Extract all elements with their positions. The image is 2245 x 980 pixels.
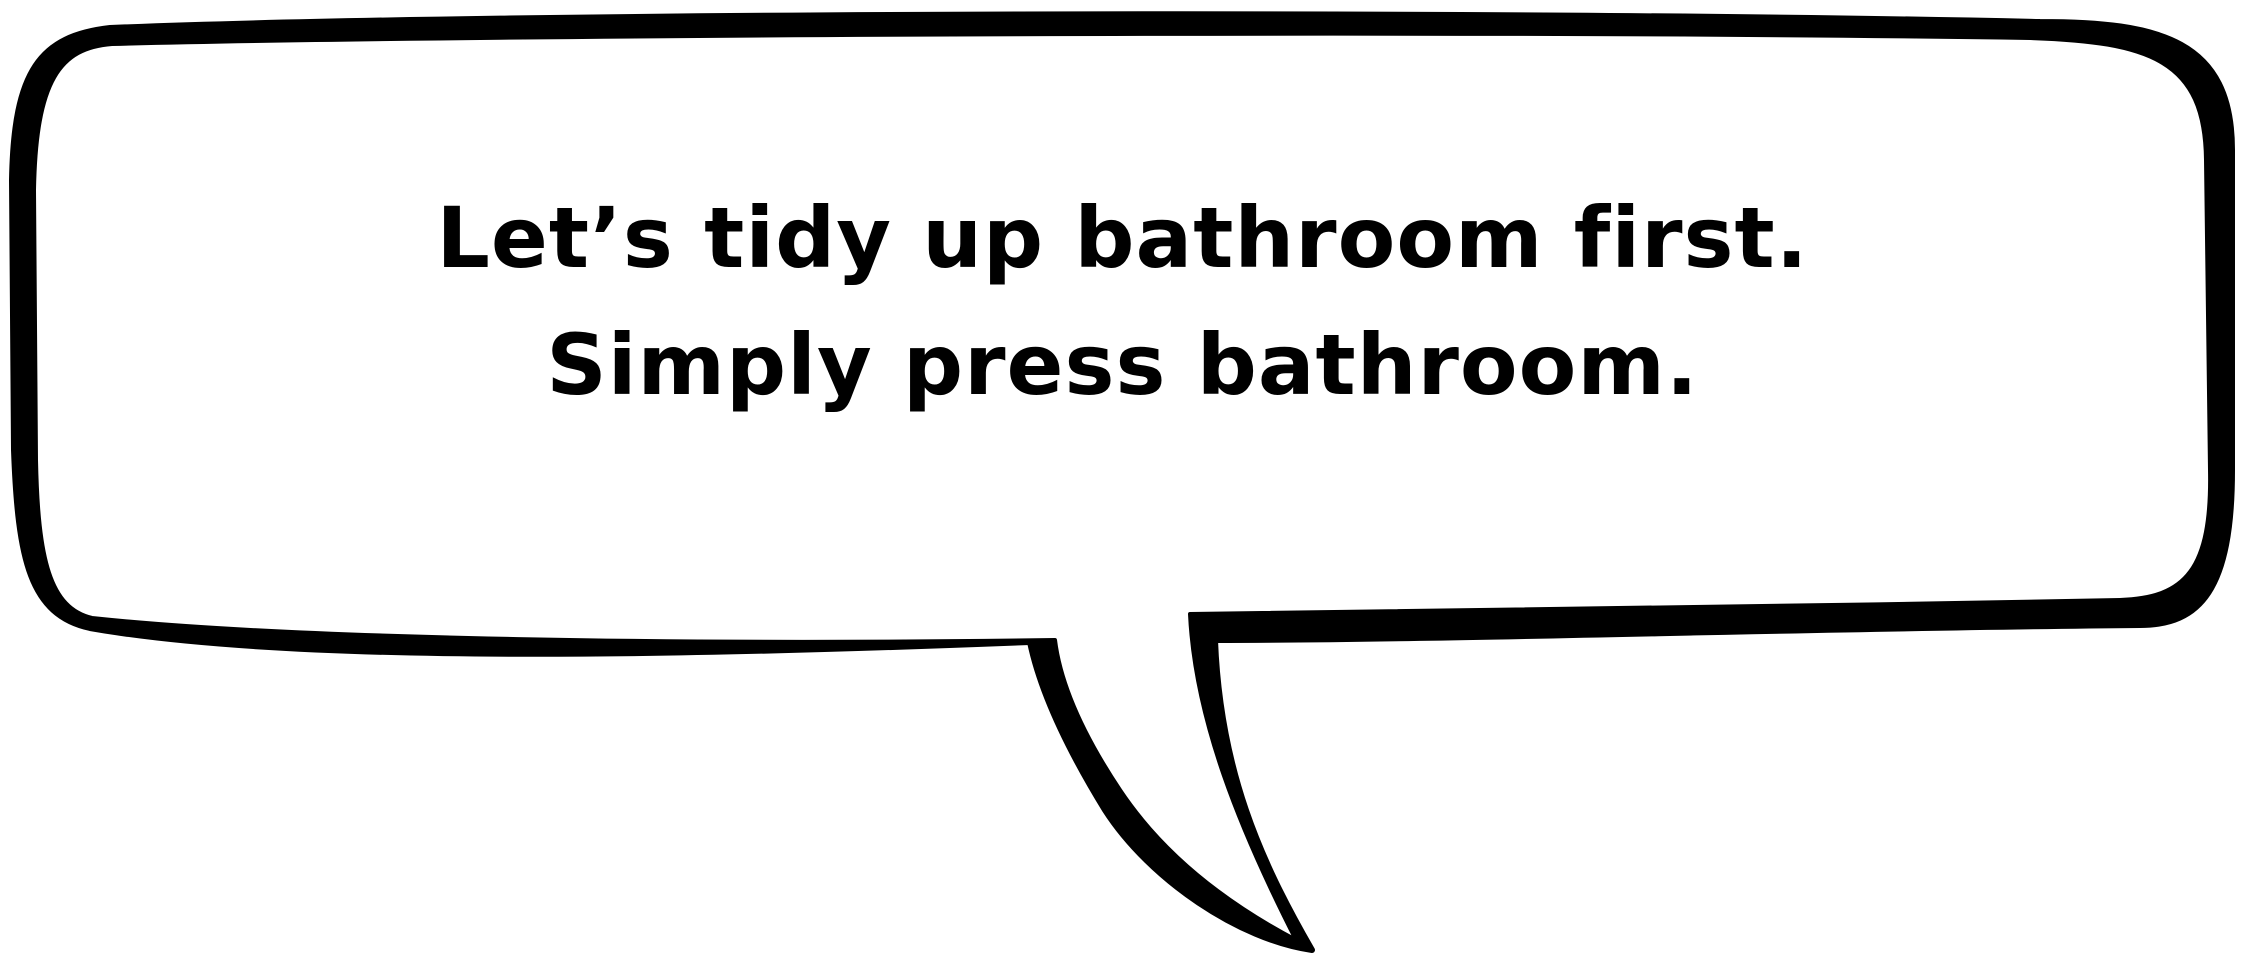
speech-line-2: Simply press bathroom. [546,316,1699,414]
speech-bubble-shape [9,11,2235,953]
speech-line-1: Let’s tidy up bathroom first. [436,189,1809,287]
speech-bubble-text: Let’s tidy up bathroom first. Simply pre… [0,175,2245,429]
